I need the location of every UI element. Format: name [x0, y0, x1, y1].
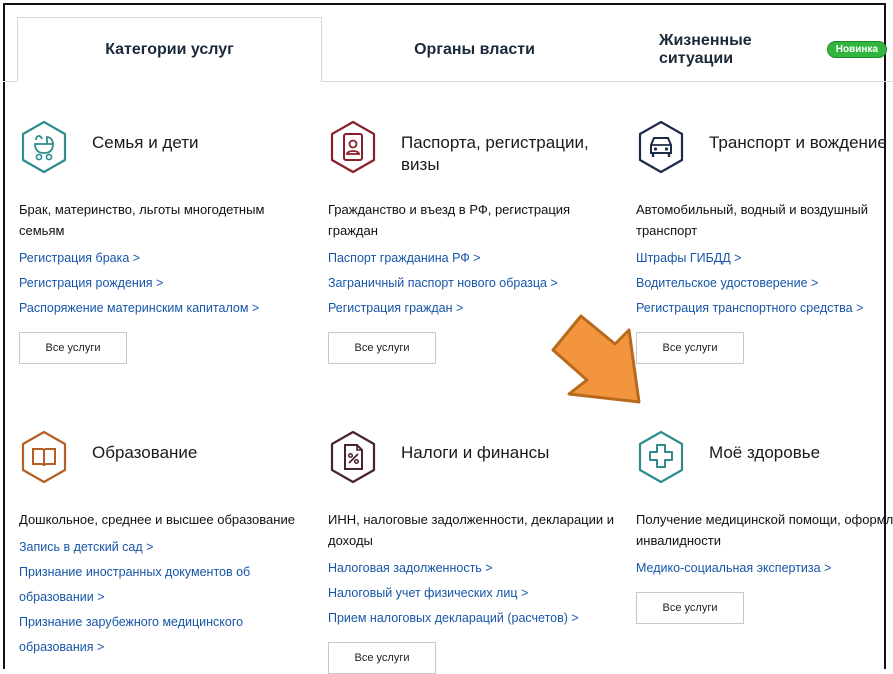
category-title[interactable]: Транспорт и вождение: [709, 132, 887, 154]
stroller-icon: [21, 120, 67, 174]
tab-service-categories[interactable]: Категории услуг: [17, 17, 322, 82]
link-foreign-medical-recognition-cont[interactable]: образования >: [19, 635, 319, 660]
all-services-button[interactable]: Все услуги: [636, 592, 744, 624]
category-description: Автомобильный, водный и воздушный трансп…: [636, 202, 868, 238]
link-vehicle-registration[interactable]: Регистрация транспортного средства >: [636, 296, 893, 321]
tab-authorities[interactable]: Органы власти: [322, 17, 627, 82]
category-title[interactable]: Образование: [92, 442, 197, 464]
link-foreign-medical-recognition[interactable]: Признание зарубежного медицинского: [19, 610, 319, 635]
category-taxes: Налоги и финансы ИНН, налоговые задолжен…: [328, 430, 628, 674]
link-foreign-documents-recognition-cont[interactable]: образовании >: [19, 585, 319, 610]
tab-label: Органы власти: [414, 40, 535, 58]
link-kindergarten-enrollment[interactable]: Запись в детский сад >: [19, 535, 319, 560]
category-transport: Транспорт и вождение Автомобильный, водн…: [636, 120, 893, 364]
category-description: ИНН, налоговые задолженности, декларации…: [328, 512, 615, 548]
all-services-button[interactable]: Все услуги: [328, 332, 436, 364]
new-badge: Новинка: [826, 41, 887, 58]
link-individual-tax-registration[interactable]: Налоговый учет физических лиц >: [328, 581, 628, 606]
category-description: Получение медицинской помощи, оформление…: [636, 512, 893, 548]
tab-label: Категории услуг: [105, 40, 234, 58]
medical-cross-icon: [638, 430, 684, 484]
link-maternity-capital[interactable]: Распоряжение материнским капиталом >: [19, 296, 319, 321]
link-drivers-license[interactable]: Водительское удостоверение >: [636, 271, 893, 296]
link-birth-registration[interactable]: Регистрация рождения >: [19, 271, 319, 296]
link-marriage-registration[interactable]: Регистрация брака >: [19, 246, 319, 271]
all-services-button[interactable]: Все услуги: [19, 332, 127, 364]
orange-arrow-annotation: [551, 314, 641, 404]
category-health: Моё здоровье Получение медицинской помощ…: [636, 430, 893, 624]
link-foreign-documents-recognition[interactable]: Признание иностранных документов об: [19, 560, 319, 585]
car-icon: [638, 120, 684, 174]
category-description: Гражданство и въезд в РФ, регистрация гр…: [328, 202, 571, 238]
link-tax-debt[interactable]: Налоговая задолженность >: [328, 556, 628, 581]
link-russian-passport[interactable]: Паспорт гражданина РФ >: [328, 246, 628, 271]
tab-life-situations[interactable]: Жизненные ситуации Новинка: [627, 17, 887, 82]
category-title[interactable]: Паспорта, регистрации, визы: [401, 132, 628, 176]
category-title[interactable]: Налоги и финансы: [401, 442, 549, 464]
category-family: Семья и дети Брак, материнство, льготы м…: [19, 120, 319, 364]
link-traffic-fines[interactable]: Штрафы ГИБДД >: [636, 246, 893, 271]
category-description: Дошкольное, среднее и высшее образование: [19, 512, 295, 527]
passport-icon: [330, 120, 376, 174]
link-medical-social-expertise[interactable]: Медико-социальная экспертиза >: [636, 556, 893, 581]
tax-document-icon: [330, 430, 376, 484]
tab-label: Жизненные ситуации: [659, 31, 752, 67]
book-icon: [21, 430, 67, 484]
category-description: Брак, материнство, льготы многодетным се…: [19, 202, 265, 238]
link-tax-declarations[interactable]: Прием налоговых деклараций (расчетов) >: [328, 606, 628, 631]
link-foreign-passport[interactable]: Заграничный паспорт нового образца >: [328, 271, 628, 296]
category-education: Образование Дошкольное, среднее и высшее…: [19, 430, 319, 660]
all-services-button[interactable]: Все услуги: [328, 642, 436, 674]
category-title[interactable]: Моё здоровье: [709, 442, 820, 464]
category-title[interactable]: Семья и дети: [92, 132, 199, 154]
